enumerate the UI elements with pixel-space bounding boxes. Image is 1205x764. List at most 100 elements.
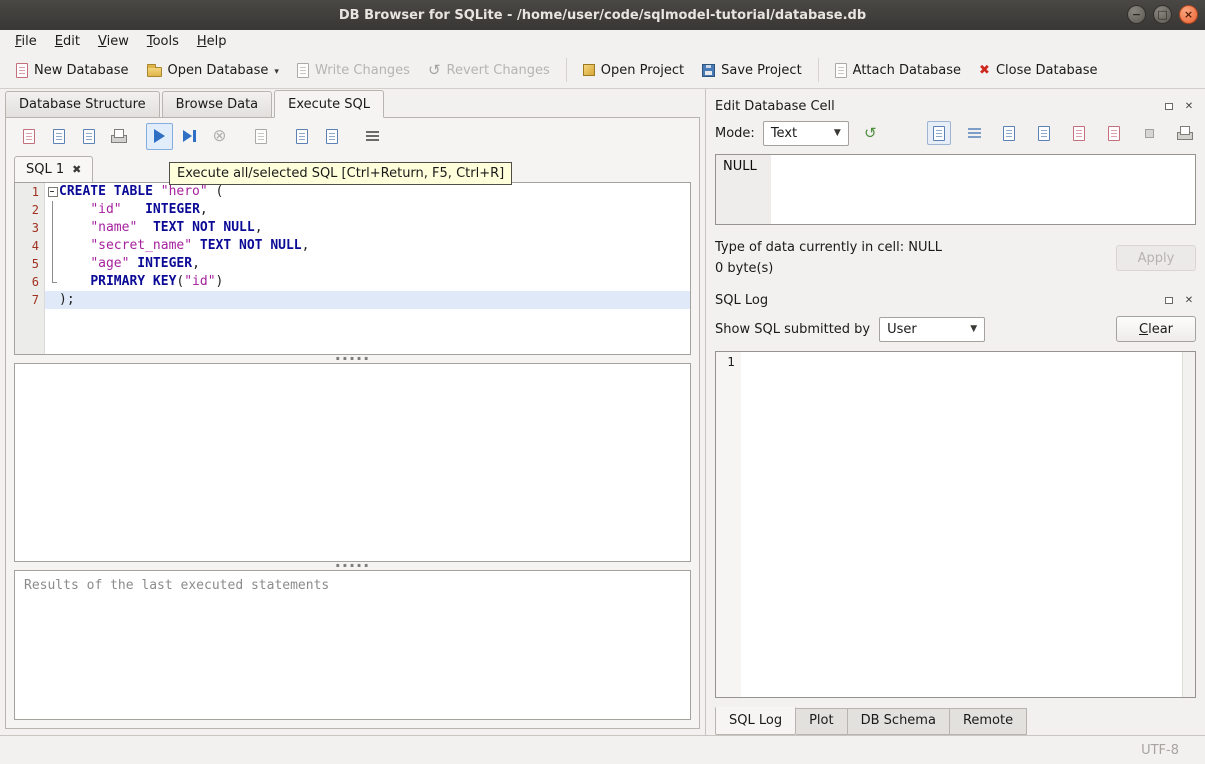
code-text: "name" TEXT NOT NULL, — [90, 220, 263, 235]
sql-log-filter-row: Show SQL submitted by User ▼ Clear — [715, 311, 1196, 347]
menu-bar: File Edit View Tools Help — [0, 30, 1205, 52]
copy-icon — [1003, 125, 1015, 141]
find-button[interactable] — [288, 123, 315, 150]
tab-database-structure[interactable]: Database Structure — [5, 91, 160, 117]
print-sql-button[interactable] — [105, 123, 132, 150]
dock-float-icon[interactable] — [1162, 99, 1176, 113]
results-grid[interactable] — [14, 363, 691, 562]
stop-execution-button[interactable] — [206, 123, 233, 150]
minimize-button[interactable]: − — [1127, 5, 1146, 24]
code-line: 3 "name" TEXT NOT NULL, — [15, 219, 690, 237]
sql-editor-tab[interactable]: SQL 1 ✖ — [14, 156, 94, 182]
format-sql-button[interactable] — [359, 123, 386, 150]
fold-collapse-icon[interactable] — [45, 183, 59, 201]
dock-tab-bar: SQL Log Plot DB Schema Remote — [715, 707, 1196, 735]
line-number: 4 — [31, 239, 39, 253]
encoding-indicator[interactable]: UTF-8 — [1141, 743, 1179, 758]
menu-tools[interactable]: Tools — [138, 32, 188, 51]
new-database-button[interactable]: New Database — [8, 58, 137, 83]
cell-editor-area[interactable]: NULL — [715, 154, 1196, 225]
line-number: 6 — [31, 275, 39, 289]
export-cell-button[interactable] — [1102, 121, 1126, 145]
set-null-button[interactable] — [1137, 121, 1161, 145]
cell-mode-row: Mode: Text ▼ — [715, 117, 1196, 149]
chevron-down-icon: ▼ — [970, 324, 978, 334]
menu-help[interactable]: Help — [188, 32, 236, 51]
tab-browse-data[interactable]: Browse Data — [161, 91, 273, 117]
sql-log-area[interactable]: 1 — [715, 351, 1196, 698]
auto-switch-mode-button[interactable] — [857, 120, 884, 147]
open-project-button[interactable]: Open Project — [575, 58, 692, 83]
dock-close-icon[interactable] — [1182, 99, 1196, 113]
set-null-icon — [1144, 128, 1154, 138]
results-placeholder-text: Results of the last executed statements — [24, 578, 330, 593]
menu-file[interactable]: File — [6, 32, 46, 51]
dock-tab-remote[interactable]: Remote — [949, 708, 1028, 735]
print-cell-button[interactable] — [1172, 121, 1196, 145]
line-number: 3 — [31, 221, 39, 235]
save-results-button[interactable] — [247, 123, 274, 150]
dock-close-icon[interactable] — [1182, 293, 1196, 307]
text-mode-button[interactable] — [927, 121, 951, 145]
fold-line-icon — [45, 255, 59, 273]
save-sql-as-button[interactable] — [75, 123, 102, 150]
apply-button[interactable]: Apply — [1116, 245, 1196, 271]
sql-code-editor[interactable]: 1 CREATE TABLE "hero" ( 2 "id" INTEGER, … — [14, 182, 691, 355]
copy-cell-button[interactable] — [997, 121, 1021, 145]
import-cell-button[interactable] — [1067, 121, 1091, 145]
dock-tab-sql-log[interactable]: SQL Log — [715, 707, 797, 735]
paste-cell-button[interactable] — [1032, 121, 1056, 145]
results-message-pane[interactable]: Results of the last executed statements — [14, 570, 691, 720]
open-database-button[interactable]: Open Database — [139, 58, 287, 83]
open-database-dropdown-icon[interactable] — [274, 63, 279, 78]
mode-label: Mode: — [715, 125, 755, 141]
save-results-icon — [254, 128, 267, 144]
open-sql-file-icon — [22, 128, 35, 144]
window-controls: − □ × — [1127, 5, 1198, 24]
title-bar[interactable]: DB Browser for SQLite - /home/user/code/… — [0, 0, 1205, 30]
splitter-handle[interactable] — [6, 562, 699, 570]
dock-tab-plot[interactable]: Plot — [796, 708, 848, 735]
text-document-icon — [933, 125, 945, 141]
fold-line-icon — [45, 219, 59, 237]
main-tab-bar: Database Structure Browse Data Execute S… — [0, 89, 705, 118]
line-number: 7 — [31, 293, 39, 307]
execute-line-button[interactable] — [176, 123, 203, 150]
right-pane: Edit Database Cell Mode: Text ▼ — [705, 89, 1205, 735]
close-database-button[interactable]: Close Database — [971, 58, 1105, 83]
execute-sql-toolbar — [6, 118, 699, 154]
save-project-button[interactable]: Save Project — [694, 58, 810, 83]
toolbar-separator — [565, 58, 567, 82]
code-text: PRIMARY KEY("id") — [90, 274, 224, 289]
revert-changes-button[interactable]: Revert Changes — [420, 56, 558, 84]
clear-log-button[interactable]: Clear — [1116, 316, 1196, 342]
menu-view[interactable]: View — [89, 32, 138, 51]
mode-select[interactable]: Text ▼ — [762, 120, 849, 146]
dock-float-icon[interactable] — [1162, 293, 1176, 307]
open-sql-file-button[interactable] — [15, 123, 42, 150]
save-sql-file-button[interactable] — [45, 123, 72, 150]
code-line: 6 PRIMARY KEY("id") — [15, 273, 690, 291]
log-scrollbar[interactable] — [1182, 352, 1195, 697]
filter-label: Show SQL submitted by — [715, 321, 871, 337]
print-icon — [111, 129, 127, 143]
execute-all-button[interactable] — [146, 122, 173, 150]
status-bar: UTF-8 — [0, 735, 1205, 764]
tab-execute-sql[interactable]: Execute SQL — [274, 90, 385, 118]
save-project-icon — [702, 63, 716, 77]
maximize-button[interactable]: □ — [1153, 5, 1172, 24]
dock-tab-db-schema[interactable]: DB Schema — [847, 708, 950, 735]
close-button[interactable]: × — [1179, 5, 1198, 24]
attach-database-button[interactable]: Attach Database — [827, 58, 969, 83]
submitted-by-select[interactable]: User ▼ — [879, 316, 986, 342]
close-sql-tab-icon[interactable]: ✖ — [72, 164, 81, 175]
cell-info-row: Type of data currently in cell: NULL 0 b… — [715, 237, 1196, 279]
find-replace-button[interactable] — [318, 123, 345, 150]
menu-edit[interactable]: Edit — [46, 32, 89, 51]
word-wrap-button[interactable] — [962, 121, 986, 145]
write-changes-button[interactable]: Write Changes — [289, 58, 418, 83]
line-number: 2 — [31, 203, 39, 217]
fold-line-icon — [45, 237, 59, 255]
splitter-handle[interactable] — [6, 355, 699, 363]
